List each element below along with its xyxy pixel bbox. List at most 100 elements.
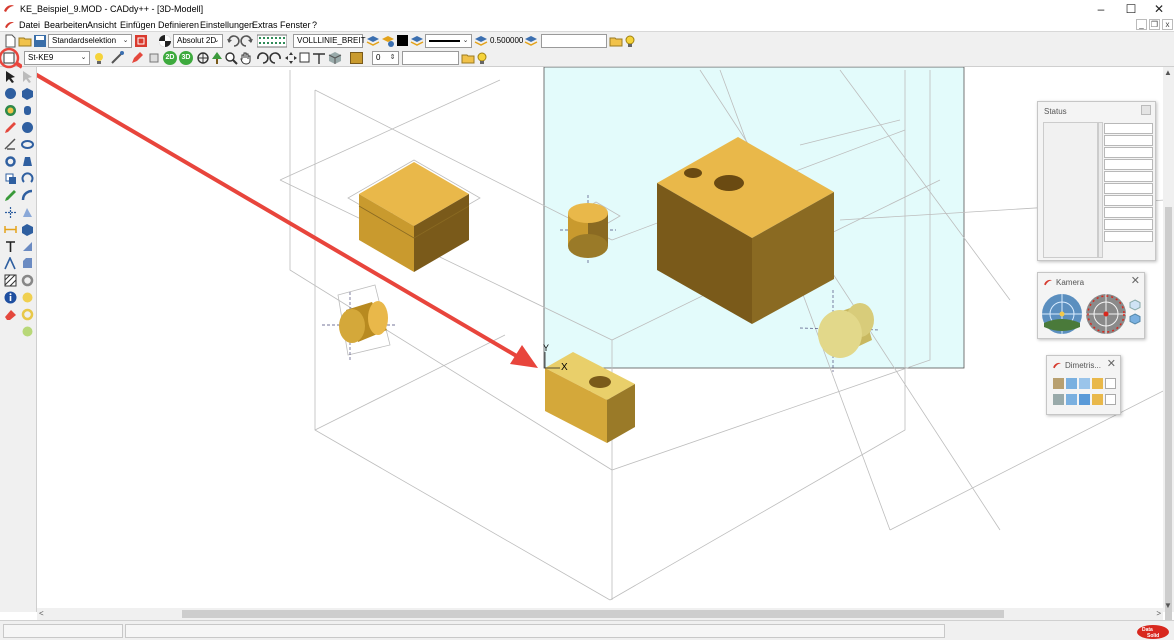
zoom-window-icon[interactable] bbox=[298, 51, 312, 65]
view-cube-front[interactable] bbox=[1066, 378, 1077, 389]
close-icon[interactable]: ✕ bbox=[1131, 275, 1140, 287]
annotation-icon[interactable] bbox=[4, 257, 17, 270]
color-swatch-black[interactable] bbox=[397, 35, 408, 46]
redo-icon[interactable] bbox=[240, 34, 254, 48]
status-row[interactable] bbox=[1104, 159, 1153, 170]
tree-icon[interactable] bbox=[210, 51, 224, 65]
gear-tool-icon[interactable] bbox=[4, 155, 17, 168]
camera-panel[interactable]: Kamera ✕ bbox=[1037, 272, 1145, 339]
menu-fenster[interactable]: Fenster bbox=[280, 20, 311, 30]
view-cube-top[interactable] bbox=[1092, 378, 1103, 389]
view-cube-front-left[interactable] bbox=[1053, 378, 1064, 389]
rotate-left-icon[interactable] bbox=[255, 51, 269, 65]
view-cube-iso-alt[interactable] bbox=[1105, 394, 1116, 405]
minimize-button[interactable]: – bbox=[1086, 0, 1116, 19]
shell-icon[interactable] bbox=[21, 223, 34, 236]
mdi-minimize-button[interactable]: _ bbox=[1136, 19, 1147, 30]
eraser-icon[interactable] bbox=[4, 308, 17, 321]
view-cube-back-right[interactable] bbox=[1079, 394, 1090, 405]
snap-icon[interactable] bbox=[110, 51, 124, 65]
pen-input-field[interactable] bbox=[541, 34, 607, 48]
hatch-icon[interactable] bbox=[4, 274, 17, 287]
layer-stepper[interactable]: 0 ⇕ bbox=[372, 51, 399, 65]
part-cylinder-left[interactable] bbox=[339, 301, 388, 343]
pointer-alt-icon[interactable] bbox=[21, 70, 34, 83]
status-row[interactable] bbox=[1104, 195, 1153, 206]
part-box-upper-left[interactable] bbox=[358, 162, 470, 272]
view-cube-front-right[interactable] bbox=[1079, 378, 1090, 389]
scroll-right-button[interactable]: > bbox=[1156, 609, 1161, 618]
dimension-icon[interactable] bbox=[4, 223, 17, 236]
menu-datei[interactable]: Datei bbox=[19, 20, 40, 30]
save-icon[interactable] bbox=[33, 34, 47, 48]
ring-icon[interactable] bbox=[21, 274, 34, 287]
horizontal-scroll-thumb[interactable] bbox=[182, 610, 1004, 618]
line-type-field[interactable]: VOLLLINIE_BREIT bbox=[293, 34, 365, 48]
sphere-solid-icon[interactable] bbox=[21, 121, 34, 134]
fill-color-swatch[interactable] bbox=[350, 52, 363, 64]
menu-einfuegen[interactable]: Einfügen bbox=[120, 20, 156, 30]
menu-help[interactable]: ? bbox=[312, 20, 317, 30]
pan-hand-icon[interactable] bbox=[239, 51, 253, 65]
view-cube-iso[interactable] bbox=[1105, 378, 1116, 389]
menu-einstellungen[interactable]: Einstellungen bbox=[200, 20, 254, 30]
status-row[interactable] bbox=[1104, 231, 1153, 242]
folder-open-icon[interactable] bbox=[461, 51, 475, 65]
vertical-scrollbar[interactable]: ▲ ▼ bbox=[1163, 67, 1174, 640]
measure-tool-icon[interactable] bbox=[4, 138, 17, 151]
close-icon[interactable]: ✕ bbox=[1107, 358, 1116, 370]
line-width-icon[interactable] bbox=[474, 34, 488, 48]
vertical-scroll-thumb[interactable] bbox=[1165, 207, 1172, 640]
loft-icon[interactable] bbox=[21, 206, 34, 219]
material-ball-icon[interactable] bbox=[21, 291, 34, 304]
view-cube-back-left[interactable] bbox=[1053, 394, 1064, 405]
material-select[interactable]: St-KE9 ⌄ bbox=[24, 51, 90, 65]
rotate-right-icon[interactable] bbox=[269, 51, 283, 65]
line-style-icon[interactable] bbox=[410, 34, 424, 48]
mdi-restore-button[interactable]: ❐ bbox=[1149, 19, 1160, 30]
sweep-icon[interactable] bbox=[21, 189, 34, 202]
mdi-close-button[interactable]: x bbox=[1162, 19, 1173, 30]
undo-icon[interactable] bbox=[226, 34, 240, 48]
line-style-select[interactable]: ⌄ bbox=[425, 34, 472, 48]
coordinate-mode-icon[interactable] bbox=[158, 34, 172, 48]
selection-filter-icon[interactable] bbox=[134, 34, 148, 48]
select-arrow-icon[interactable] bbox=[4, 70, 17, 83]
menu-ansicht[interactable]: Ansicht bbox=[87, 20, 117, 30]
camera-cube-icon[interactable] bbox=[1129, 299, 1141, 327]
camera-orbit-icon[interactable] bbox=[1041, 293, 1083, 335]
status-row[interactable] bbox=[1104, 219, 1153, 230]
status-row[interactable] bbox=[1104, 147, 1153, 158]
orbit-icon[interactable] bbox=[196, 51, 210, 65]
status-row[interactable] bbox=[1104, 135, 1153, 146]
torus-icon[interactable] bbox=[21, 138, 34, 151]
grid-pattern-icon[interactable] bbox=[257, 34, 287, 48]
menu-definieren[interactable]: Definieren bbox=[158, 20, 199, 30]
pen-green-icon[interactable] bbox=[4, 189, 17, 202]
horizontal-scrollbar[interactable]: < > bbox=[37, 608, 1163, 620]
lightbulb-icon[interactable] bbox=[475, 51, 489, 65]
view-2d-button[interactable]: 2D bbox=[163, 51, 177, 65]
sketch-icon[interactable] bbox=[4, 121, 17, 134]
close-button[interactable]: ✕ bbox=[1144, 0, 1174, 19]
view-cube-bottom[interactable] bbox=[1092, 394, 1103, 405]
folder-open-icon[interactable] bbox=[609, 34, 623, 48]
view-cube-back[interactable] bbox=[1066, 394, 1077, 405]
green-ball-icon[interactable] bbox=[21, 325, 34, 338]
lightbulb-icon[interactable] bbox=[623, 34, 637, 48]
3d-viewport[interactable]: Y X bbox=[37, 67, 1163, 608]
view-3d-button[interactable]: 3D bbox=[179, 51, 193, 65]
layer-manager-icon[interactable] bbox=[381, 34, 395, 48]
move-icon[interactable] bbox=[284, 51, 298, 65]
axis-tool-icon[interactable] bbox=[4, 206, 17, 219]
scroll-up-button[interactable]: ▲ bbox=[1164, 69, 1172, 77]
menu-bearbeiten[interactable]: Bearbeiten bbox=[44, 20, 88, 30]
part-cylinder-small[interactable] bbox=[568, 203, 608, 258]
light-ring-icon[interactable] bbox=[21, 308, 34, 321]
selection-mode-select[interactable]: Standardselektion ⌄ bbox=[48, 34, 132, 48]
camera-target-icon[interactable] bbox=[1085, 293, 1127, 335]
status-panel[interactable]: Status bbox=[1037, 101, 1156, 261]
status-row[interactable] bbox=[1104, 171, 1153, 182]
pen-settings-icon[interactable] bbox=[524, 34, 538, 48]
status-panel-button[interactable] bbox=[1141, 105, 1151, 115]
